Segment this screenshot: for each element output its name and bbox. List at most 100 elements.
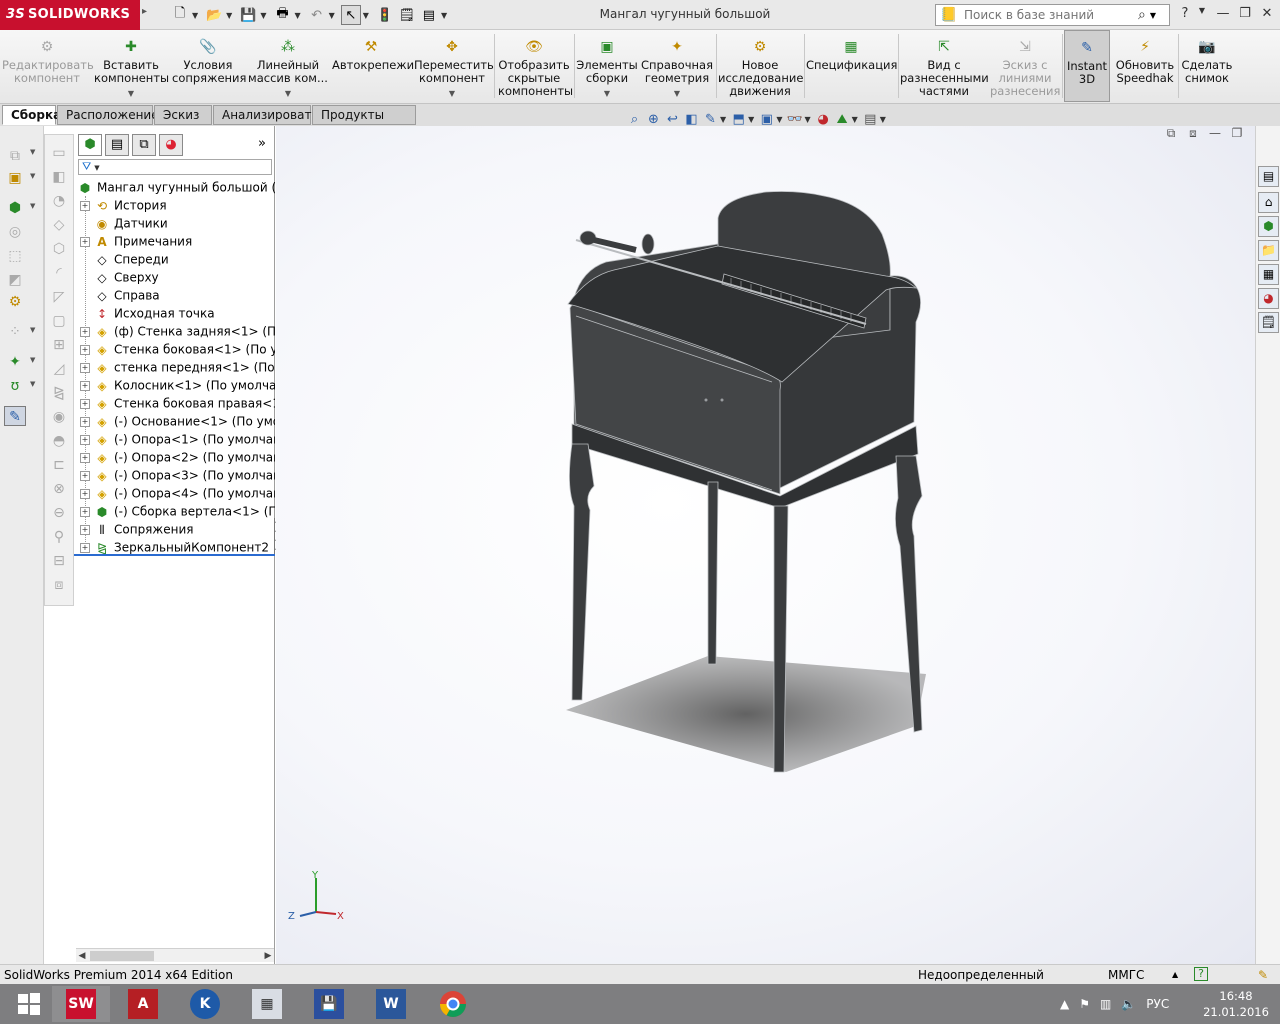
taskbar-calculator[interactable]: ▦ [238,986,296,1022]
show-hidden-icons[interactable]: ▲ [1060,997,1069,1011]
mate-button[interactable]: 📎 Условия сопряжения [172,30,246,102]
bill-of-materials-button[interactable]: ▦ Спецификация [806,30,897,102]
flag-icon[interactable]: ⚑ [1079,997,1090,1011]
orientation-dropdown-icon[interactable]: ▼ [748,115,754,124]
motion-icon[interactable]: ⚙ [4,292,26,312]
refgeom-dropdown-icon[interactable]: ▼ [30,356,35,364]
expand-panel-icon[interactable]: » [258,136,266,151]
tree-item-mates[interactable]: + ⫴ Сопряжения [80,520,193,538]
insert-components-dropdown-icon[interactable]: ▼ [94,87,168,100]
file-properties-icon[interactable]: 🗒 [397,5,417,25]
rib-icon[interactable]: ⊞ [48,335,70,355]
dome-icon[interactable]: ◓ [48,431,70,451]
tree-item-component[interactable]: + ◈ (-) Опора<3> (По умолчани [80,466,275,484]
search-input[interactable] [964,8,1134,22]
sheet-metal-icon[interactable]: ⊟ [48,551,70,571]
taskbar-explorer[interactable]: K [176,986,234,1022]
component-icon[interactable]: ⬚ [4,246,26,266]
hide-show-items-icon[interactable]: 👓 [785,110,804,128]
revolve-icon[interactable]: ◔ [48,191,70,211]
taskbar-solidworks[interactable]: SW [52,986,110,1022]
search-dropdown-icon[interactable]: ▼ [1150,11,1156,20]
edit-component-icon[interactable]: ⧉ [4,146,26,166]
edit-appearance-icon[interactable]: ◕ [814,110,833,128]
appearances-icon[interactable]: ◕ [1258,288,1279,309]
move-component-button[interactable]: ✥ Переместить компонент ▼ [414,30,494,102]
volume-icon[interactable]: 🔈 [1121,997,1136,1011]
reference-geometry-dropdown-icon[interactable]: ▼ [640,87,714,100]
undo-icon[interactable]: ↶ [307,5,327,25]
scroll-thumb[interactable] [90,951,154,961]
open-dropdown-icon[interactable]: ▼ [226,11,232,20]
tree-item-component[interactable]: +◈Стенка боковая правая<1> ( [80,394,275,412]
solidworks-resources-icon[interactable]: ▤ [1258,166,1279,187]
cut-icon[interactable]: ◩ [4,270,26,290]
apply-scene-icon[interactable]: ⛰ [833,110,852,128]
expand-toggle[interactable]: + [80,452,90,463]
rebuild-traffic-light-icon[interactable]: 🚦 [375,5,395,25]
tree-root-assembly[interactable]: ⬢ Мангал чугунный большой (По [76,178,275,196]
curve-dropdown-icon[interactable]: ▼ [30,380,35,388]
zoom-to-area-icon[interactable]: ⊕ [644,110,663,128]
expand-toggle[interactable]: + [80,326,90,337]
instant-3d-button[interactable]: ✎ Instant 3D [1064,30,1110,102]
start-button[interactable] [0,986,58,1022]
configuration-manager-tab-icon[interactable]: ⧉ [132,134,156,156]
rollback-bar[interactable] [74,554,275,556]
tree-item-sensors[interactable]: ◉ Датчики [93,214,168,232]
minimize-button[interactable]: — [1214,6,1232,24]
tree-item-history[interactable]: + ⟲ История [80,196,167,214]
restore-button[interactable]: ❐ [1236,6,1254,24]
reference-geometry-button[interactable]: ✦ Справочная геометрия ▼ [640,30,714,102]
new-motion-study-button[interactable]: ⚙ Новое исследование движения [718,30,803,102]
expand-toggle[interactable]: + [80,398,90,409]
file-explorer-icon[interactable]: 📁 [1258,240,1279,261]
edit-component-button[interactable]: ⚙ Редактировать компонент [2,30,94,102]
tree-item-component[interactable]: +◈стенка передняя<1> (По умо [80,358,275,376]
assembly-feature-icon[interactable]: ⬢ [4,198,26,218]
linear-pattern-button[interactable]: ⁂ Линейный массив ком... ▼ [248,30,328,102]
expand-toggle[interactable]: + [80,506,90,517]
view-settings-dropdown-icon[interactable]: ▼ [880,115,886,124]
loft-icon[interactable]: ⬡ [48,239,70,259]
tab-assembly[interactable]: Сборка [2,105,61,125]
status-help-icon[interactable]: ? [1194,967,1208,981]
model-viewport[interactable]: Y X Z [276,126,1255,964]
help-button[interactable]: ? [1176,6,1194,24]
scene-dropdown-icon[interactable]: ▼ [852,115,858,124]
display-style-icon[interactable]: ▣ [757,110,776,128]
update-speedpak-button[interactable]: ⚡ Обновить Speedhak [1114,30,1176,102]
scroll-right-icon[interactable]: ▶ [262,949,274,963]
taskbar-save-app[interactable]: 💾 [300,986,358,1022]
tab-evaluate[interactable]: Анализировать [213,105,319,125]
tree-filter[interactable]: ⛛ ▼ [78,159,272,175]
tree-item-component[interactable]: +◈Стенка боковая<1> (По умол [80,340,275,358]
insert-component-icon[interactable]: ▣ [4,168,26,188]
pattern-dropdown-icon[interactable]: ▼ [30,326,35,334]
wrap-icon[interactable]: ⊏ [48,455,70,475]
expand-toggle[interactable]: + [80,434,90,445]
instant-3d-icon[interactable]: ✎ [4,406,26,426]
hole-icon[interactable]: ◉ [48,407,70,427]
home-icon[interactable]: ⌂ [1258,192,1279,213]
taskbar-autocad[interactable]: A [114,986,172,1022]
curve-icon[interactable]: ʊ [4,376,26,396]
expand-toggle[interactable]: + [80,416,90,427]
section-view-icon[interactable]: ◧ [682,110,701,128]
expand-toggle[interactable]: + [80,488,90,499]
expand-toggle[interactable]: + [80,470,90,481]
tree-item-component[interactable]: + ◈ (-) Опора<2> (По умолчани [80,448,275,466]
linear-pattern-icon[interactable]: ⁘ [4,322,26,342]
shell-icon[interactable]: ▢ [48,311,70,331]
tab-office-products[interactable]: Продукты Office [312,105,416,141]
tree-item-component[interactable]: + ◈ Колосник<1> (По умолчани [80,376,275,394]
tree-item-annotations[interactable]: + A Примечания [80,232,192,250]
undo-dropdown-icon[interactable]: ▼ [329,11,335,20]
tree-item-subassembly[interactable]: +⬢(-) Сборка вертела<1> (По у [80,502,275,520]
reference-geometry-icon[interactable]: ✦ [4,352,26,372]
horizontal-scrollbar[interactable]: ◀ ▶ [76,948,274,962]
hole-series-icon[interactable]: ◎ [4,222,26,242]
zoom-to-fit-icon[interactable]: ⌕ [625,110,644,128]
select-cursor-icon[interactable]: ↖ [340,5,361,25]
assembly-features-button[interactable]: ▣ Элементы сборки ▼ [576,30,638,102]
